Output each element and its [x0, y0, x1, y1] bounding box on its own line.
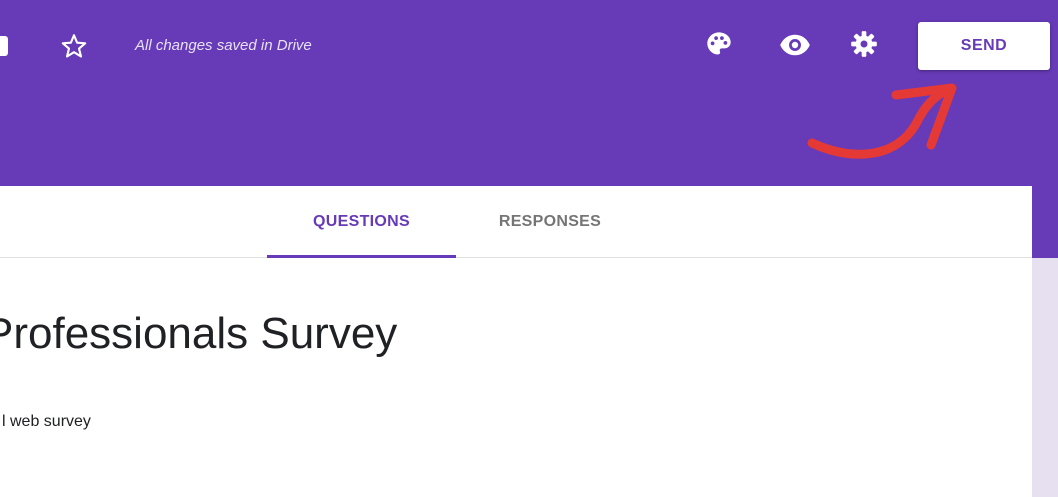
form-header-bar: All changes saved in Drive SEND	[0, 0, 1058, 186]
tab-questions[interactable]: QUESTIONS	[267, 186, 456, 258]
send-button[interactable]: SEND	[918, 22, 1050, 70]
save-status-text: All changes saved in Drive	[135, 37, 312, 54]
palette-icon[interactable]	[705, 30, 733, 58]
folder-icon[interactable]	[0, 36, 8, 56]
star-icon[interactable]	[60, 32, 88, 60]
background-strip-lower	[1032, 258, 1058, 497]
tabs-bar: QUESTIONS RESPONSES	[0, 186, 1032, 258]
form-description[interactable]: l web survey	[2, 412, 91, 432]
form-title[interactable]: Professionals Survey	[0, 308, 397, 360]
eye-icon[interactable]	[779, 31, 811, 59]
gear-icon[interactable]	[850, 30, 878, 58]
form-card: QUESTIONS RESPONSES Professionals Survey…	[0, 186, 1032, 497]
annotation-arrow	[807, 83, 957, 159]
tab-responses[interactable]: RESPONSES	[470, 186, 630, 257]
background-strip	[1032, 186, 1058, 258]
